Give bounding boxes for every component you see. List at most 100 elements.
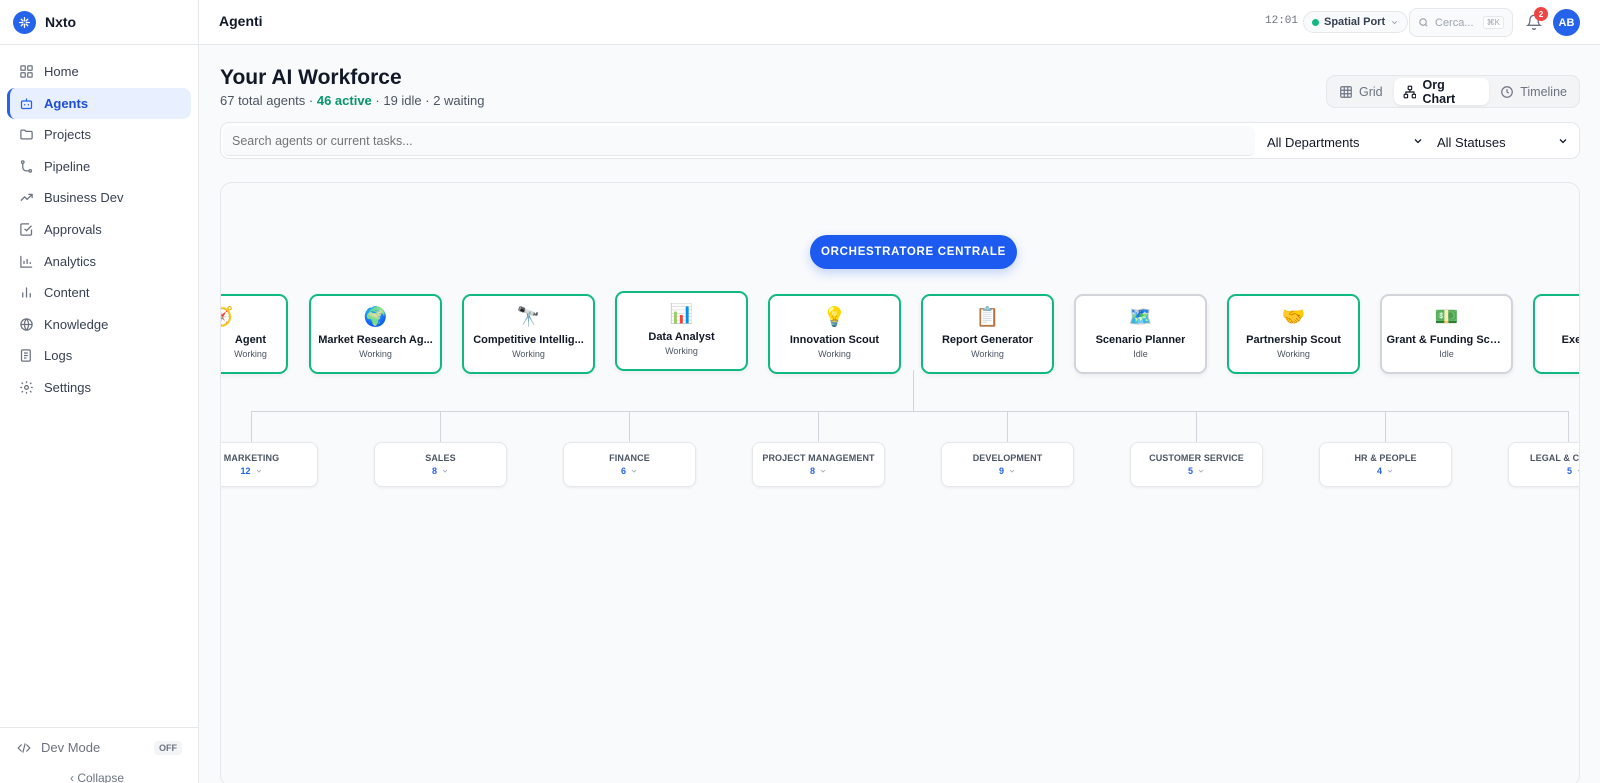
- status-select[interactable]: All Statuses: [1437, 132, 1569, 152]
- sidebar-item-logs[interactable]: Logs: [7, 340, 191, 371]
- search-icon: [1419, 18, 1428, 27]
- agent-card[interactable]: 📋 Report Generator Working: [921, 294, 1054, 374]
- sidebar-item-settings[interactable]: Settings: [7, 372, 191, 403]
- sidebar-item-content[interactable]: Content: [7, 277, 191, 308]
- status-select-value: All Statuses: [1437, 134, 1506, 150]
- agent-status: Working: [512, 349, 545, 359]
- avatar[interactable]: AB: [1553, 9, 1580, 36]
- git-branch-icon: [20, 160, 33, 173]
- view-org-chart-label: Org Chart: [1422, 77, 1456, 106]
- department-count: 4: [1377, 466, 1394, 476]
- main-content: Your AI Workforce 67 total agents · 46 a…: [199, 45, 1600, 783]
- department-name: FINANCE: [609, 453, 650, 463]
- trending-up-icon: [20, 194, 33, 202]
- search-shortcut: ⌘K: [1482, 16, 1504, 29]
- department-node[interactable]: CUSTOMER SERVICE 5: [1130, 442, 1263, 487]
- dev-mode-toggle[interactable]: Dev Mode OFF: [0, 728, 198, 755]
- department-count: 5: [1188, 466, 1205, 476]
- orchestrator-node[interactable]: ORCHESTRATORE CENTRALE: [810, 235, 1017, 269]
- agent-name: Grant & Funding Scout: [1386, 334, 1507, 346]
- brand[interactable]: Nxto: [0, 0, 198, 45]
- stats-rest: · 19 idle · 2 waiting: [371, 93, 485, 108]
- agent-status: Idle: [1133, 349, 1148, 359]
- agent-card[interactable]: 📊 Data Analyst Working: [615, 291, 748, 371]
- sidebar-item-label: Knowledge: [44, 316, 109, 332]
- chevron-down-icon: [1577, 469, 1579, 472]
- department-node[interactable]: FINANCE 6: [563, 442, 696, 487]
- sidebar-item-knowledge[interactable]: Knowledge: [7, 309, 191, 340]
- workspace-selector[interactable]: Spatial Port: [1303, 11, 1409, 33]
- agent-card[interactable]: 💵 Grant & Funding Scout Idle: [1380, 294, 1513, 374]
- filter-bar: All Departments All Statuses: [220, 122, 1580, 159]
- department-count: 5: [1567, 466, 1579, 476]
- agent-name: Report Generator: [941, 334, 1034, 346]
- agent-status: Working: [234, 349, 267, 359]
- agent-stats: 67 total agents · 46 active · 19 idle · …: [220, 93, 485, 108]
- global-search[interactable]: Cerca... ⌘K: [1409, 8, 1513, 37]
- agent-status: Working: [818, 349, 851, 359]
- brand-logo-icon: [13, 10, 36, 34]
- department-count: 12: [240, 466, 262, 476]
- sidebar-item-agents[interactable]: Agents: [7, 87, 191, 119]
- agent-search-input[interactable]: [223, 126, 1255, 156]
- department-node[interactable]: PROJECT MANAGEMENT 8: [752, 442, 885, 487]
- department-node[interactable]: SALES 8: [374, 442, 507, 487]
- department-name: LEGAL & CO: [1530, 453, 1580, 463]
- org-chart-canvas[interactable]: ORCHESTRATORE CENTRALE 🧭 Agent Working 🌍…: [220, 182, 1580, 783]
- agent-card[interactable]: 🔭 Competitive Intellig... Working: [462, 294, 595, 374]
- department-node[interactable]: LEGAL & CO 5: [1508, 442, 1580, 487]
- agent-card[interactable]: Exec: [1533, 294, 1579, 374]
- sidebar-item-projects[interactable]: Projects: [7, 119, 191, 150]
- agent-card[interactable]: 🧭 Agent Working: [221, 294, 288, 374]
- global-search-placeholder: Cerca...: [1435, 16, 1474, 29]
- agent-emoji-icon: 💵: [1434, 307, 1459, 328]
- agent-card[interactable]: 🌍 Market Research Ag... Working: [309, 294, 442, 374]
- table-icon: [1340, 85, 1352, 98]
- agent-status: Working: [971, 349, 1004, 359]
- view-org-chart-button[interactable]: Org Chart: [1393, 77, 1490, 106]
- clock-icon: [1501, 85, 1514, 98]
- sidebar-item-pipeline[interactable]: Pipeline: [7, 151, 191, 182]
- sidebar-item-label: Business Dev: [44, 190, 124, 206]
- connector-line: [1196, 411, 1197, 442]
- chevron-down-icon: [1198, 469, 1204, 473]
- agent-card[interactable]: 🤝 Partnership Scout Working: [1227, 294, 1360, 374]
- collapse-button[interactable]: ‹ Collapse: [70, 771, 124, 783]
- agent-name: Market Research Ag...: [318, 334, 433, 346]
- department-name: SALES: [425, 453, 456, 463]
- agent-status: Working: [359, 349, 392, 359]
- connector-line: [251, 411, 1568, 412]
- department-node[interactable]: DEVELOPMENT 9: [941, 442, 1074, 487]
- chevron-down-icon: [631, 469, 637, 473]
- department-count: 8: [810, 466, 827, 476]
- sidebar-item-home[interactable]: Home: [7, 56, 191, 87]
- sidebar-item-approvals[interactable]: Approvals: [7, 214, 191, 245]
- sidebar-item-analytics[interactable]: Analytics: [7, 246, 191, 277]
- view-timeline-button[interactable]: Timeline: [1491, 78, 1576, 105]
- sidebar-item-label: Agents: [44, 95, 89, 111]
- org-chart-icon: [1403, 85, 1416, 98]
- sidebar-item-label: Settings: [44, 379, 91, 395]
- department-select[interactable]: All Departments: [1267, 132, 1424, 152]
- department-count-value: 6: [620, 466, 626, 476]
- stats-active: 46 active: [316, 93, 372, 108]
- view-grid-button[interactable]: Grid: [1330, 78, 1392, 105]
- department-name: MARKETING: [223, 453, 280, 463]
- chevron-down-icon: [442, 469, 448, 473]
- chevron-down-icon: [1414, 139, 1422, 144]
- chevron-down-icon: [820, 469, 826, 473]
- dev-mode-state-badge: OFF: [154, 740, 182, 755]
- bar-chart-small-icon: [22, 287, 31, 298]
- department-node[interactable]: HR & PEOPLE 4: [1319, 442, 1452, 487]
- department-node[interactable]: MARKETING 12: [221, 442, 318, 487]
- sidebar-item-label: Home: [44, 64, 79, 79]
- department-count-value: 8: [809, 466, 815, 476]
- logs-icon: [20, 349, 31, 363]
- agent-card[interactable]: 💡 Innovation Scout Working: [768, 294, 901, 374]
- grid-icon: [20, 65, 33, 78]
- agent-name: Agent: [234, 334, 267, 346]
- agent-card[interactable]: 🗺️ Scenario Planner Idle: [1074, 294, 1207, 374]
- agent-name: Data Analyst: [648, 331, 715, 343]
- sidebar-item-business-dev[interactable]: Business Dev: [7, 182, 191, 213]
- gear-icon: [20, 381, 33, 394]
